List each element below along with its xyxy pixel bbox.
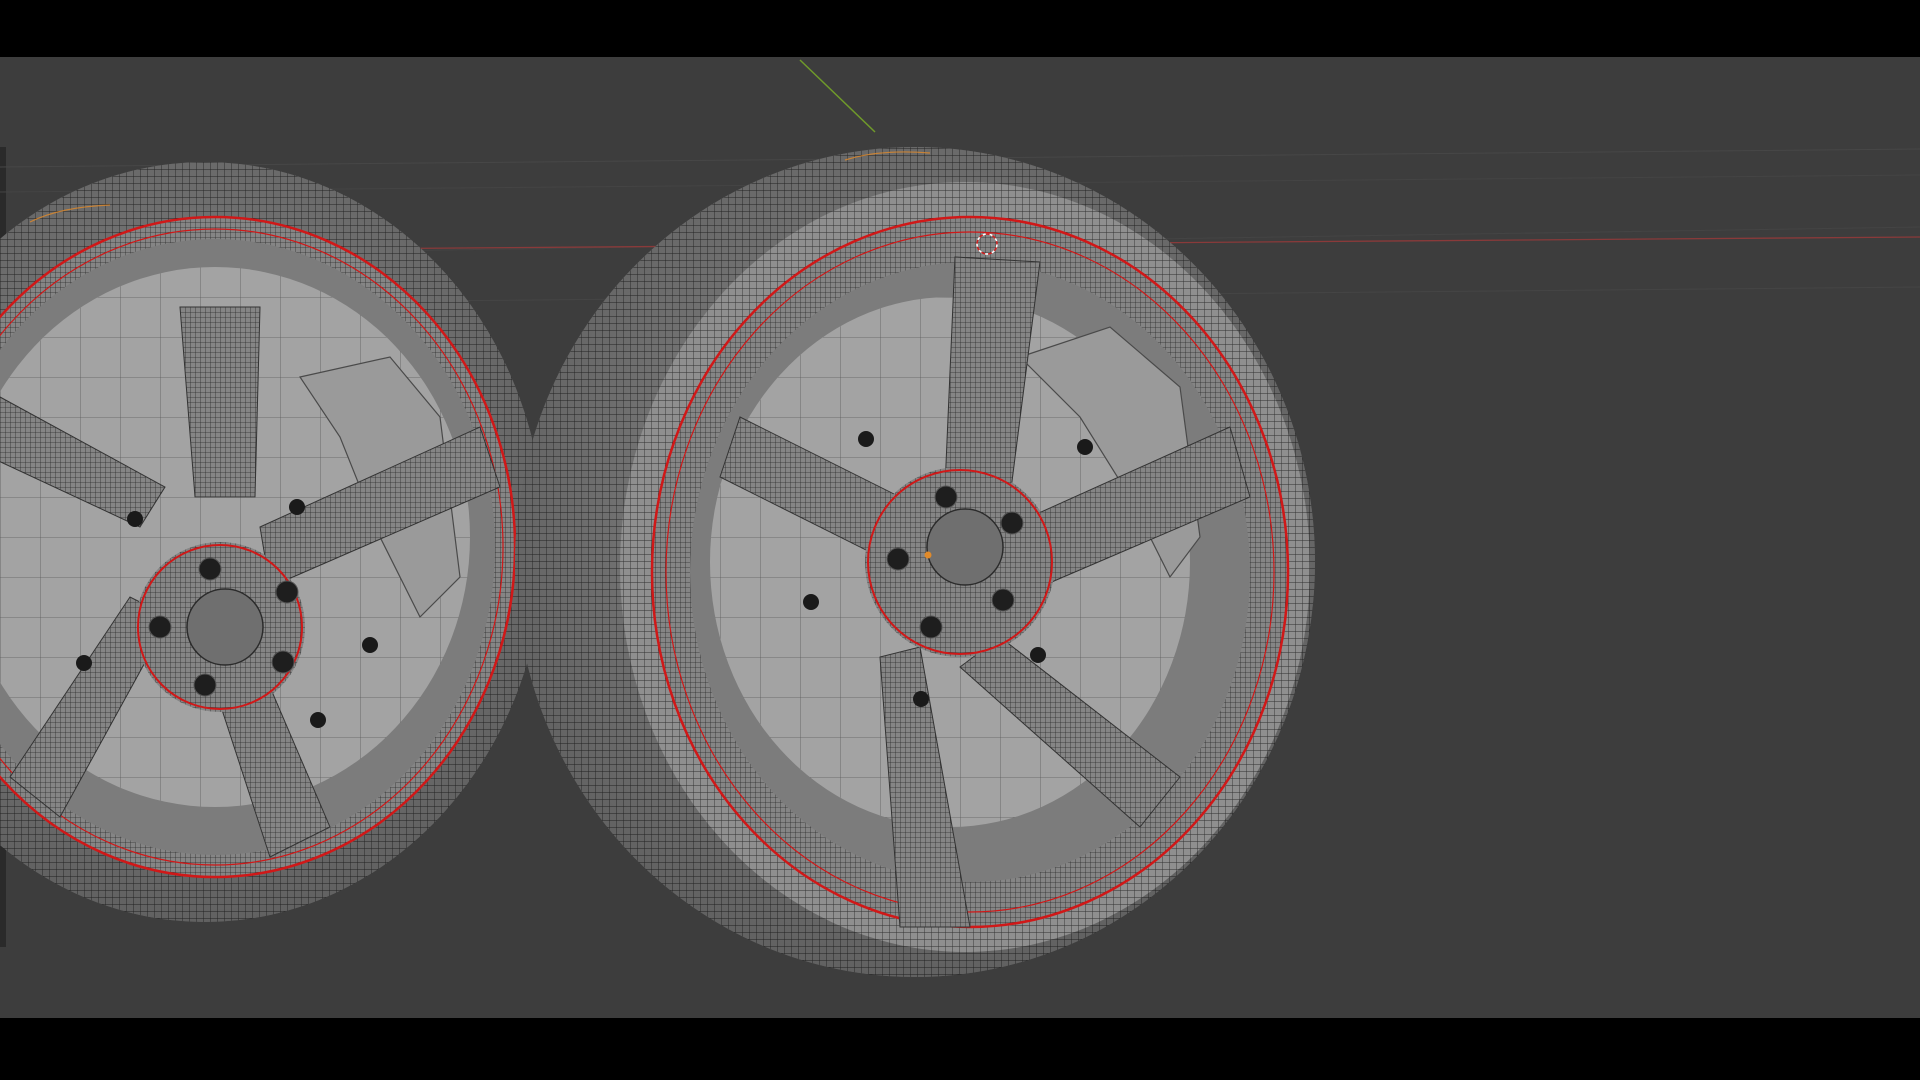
- viewport-canvas[interactable]: [0, 57, 1920, 1018]
- wheel-left[interactable]: [0, 162, 545, 922]
- y-axis-line: [799, 59, 876, 133]
- screen: [0, 0, 1920, 1080]
- bottom-letterbox: [0, 1018, 1920, 1080]
- top-letterbox: [0, 0, 1920, 57]
- object-origin-icon: [924, 551, 932, 559]
- wheel-right[interactable]: [515, 147, 1315, 977]
- 3d-viewport[interactable]: [0, 57, 1920, 1018]
